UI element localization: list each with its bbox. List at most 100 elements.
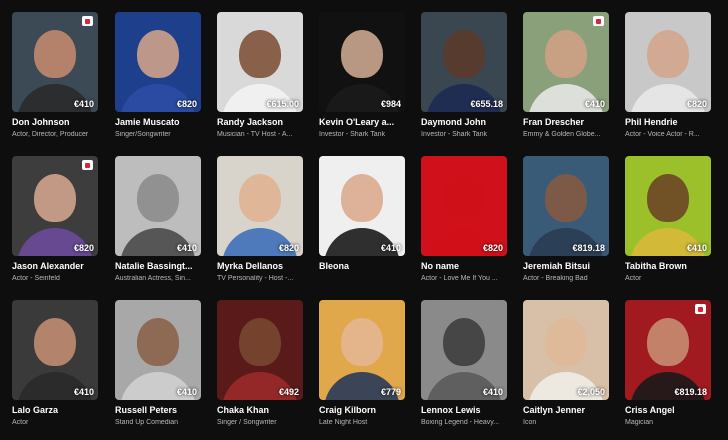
talent-card[interactable]: €410 Don Johnson Actor, Director, Producer [12, 12, 98, 138]
talent-description: Musician - TV Host - A... [217, 131, 293, 138]
talent-card[interactable]: €820 No name Actor - Love Me If You ... [421, 156, 507, 282]
talent-description: Singer / Songwriter [217, 419, 277, 426]
talent-face [137, 318, 179, 366]
talent-name[interactable]: Daymond John [421, 117, 507, 127]
talent-photo[interactable]: €410 [115, 156, 201, 256]
talent-photo[interactable]: €410 [625, 156, 711, 256]
talent-name[interactable]: Criss Angel [625, 405, 711, 415]
price-label: €410 [686, 243, 707, 253]
talent-name[interactable]: Jamie Muscato [115, 117, 201, 127]
price-label: €615.00 [266, 99, 299, 109]
talent-photo[interactable]: €615.00 [217, 12, 303, 112]
talent-photo[interactable]: €410 [115, 300, 201, 400]
price-label: €410 [380, 243, 401, 253]
talent-description: TV Personality - Host -... [217, 275, 294, 282]
talent-description: Boxing Legend - Heavy... [421, 419, 500, 426]
talent-face [443, 30, 485, 78]
talent-face [545, 174, 587, 222]
flag-icon [82, 16, 93, 26]
talent-photo[interactable]: €819.18 [625, 300, 711, 400]
talent-name[interactable]: No name [421, 261, 507, 271]
talent-photo[interactable]: €410 [12, 12, 98, 112]
talent-card[interactable]: €410 Fran Drescher Emmy & Golden Globe... [523, 12, 609, 138]
talent-photo[interactable]: €2,050 [523, 300, 609, 400]
talent-name[interactable]: Chaka Khan [217, 405, 303, 415]
talent-name[interactable]: Lennox Lewis [421, 405, 507, 415]
talent-photo[interactable]: €779 [319, 300, 405, 400]
talent-card[interactable]: €2,050 Caitlyn Jenner Icon [523, 300, 609, 426]
talent-card[interactable]: €819.18 Jeremiah Bitsui Actor - Breaking B… [523, 156, 609, 282]
talent-card[interactable]: €615.00 Randy Jackson Musician - TV Host -… [217, 12, 303, 138]
talent-card[interactable]: €820 Jason Alexander Actor - Seinfeld [12, 156, 98, 282]
talent-name[interactable]: Jason Alexander [12, 261, 98, 271]
talent-card[interactable]: €820 Myrka Dellanos TV Personality - Host … [217, 156, 303, 282]
talent-description: Late Night Host [319, 419, 368, 426]
talent-face [443, 174, 485, 222]
talent-face [341, 318, 383, 366]
price-label: €984 [380, 99, 401, 109]
talent-photo[interactable]: €655.18 [421, 12, 507, 112]
talent-name[interactable]: Craig Kilborn [319, 405, 405, 415]
talent-name[interactable]: Bleona [319, 261, 405, 271]
talent-photo[interactable]: €410 [12, 300, 98, 400]
talent-photo[interactable]: €820 [12, 156, 98, 256]
flag-icon [82, 160, 93, 170]
talent-card[interactable]: €655.18 Daymond John Investor - Shark Tank [421, 12, 507, 138]
talent-name[interactable]: Kevin O'Leary a... [319, 117, 405, 127]
talent-face [34, 30, 76, 78]
talent-card[interactable]: €410 Lalo Garza Actor [12, 300, 98, 426]
talent-card[interactable]: €820 Jamie Muscato Singer/Songwriter [115, 12, 201, 138]
talent-photo[interactable]: €492 [217, 300, 303, 400]
talent-name[interactable]: Phil Hendrie [625, 117, 711, 127]
price-label: €410 [482, 387, 503, 397]
talent-photo[interactable]: €820 [115, 12, 201, 112]
talent-card[interactable]: €410 Lennox Lewis Boxing Legend - Heavy... [421, 300, 507, 426]
flag-icon [593, 16, 604, 26]
talent-description: Actor - Seinfeld [12, 275, 60, 282]
talent-card[interactable]: €410 Russell Peters Stand Up Comedian [115, 300, 201, 426]
talent-name[interactable]: Don Johnson [12, 117, 98, 127]
talent-face [647, 174, 689, 222]
talent-name[interactable]: Myrka Dellanos [217, 261, 303, 271]
talent-name[interactable]: Lalo Garza [12, 405, 98, 415]
talent-name[interactable]: Russell Peters [115, 405, 201, 415]
talent-card[interactable]: €984 Kevin O'Leary a... Investor - Shark T… [319, 12, 405, 138]
talent-face [34, 174, 76, 222]
talent-card[interactable]: €820 Phil Hendrie Actor - Voice Actor - R.… [625, 12, 711, 138]
talent-card[interactable]: €492 Chaka Khan Singer / Songwriter [217, 300, 303, 426]
talent-card[interactable]: €410 Natalie Bassingt... Australian Actres… [115, 156, 201, 282]
talent-description: Icon [523, 419, 537, 426]
talent-card[interactable]: €819.18 Criss Angel Magician [625, 300, 711, 426]
talent-card[interactable]: €779 Craig Kilborn Late Night Host [319, 300, 405, 426]
talent-name[interactable]: Randy Jackson [217, 117, 303, 127]
talent-description: Emmy & Golden Globe... [523, 131, 601, 138]
price-label: €492 [278, 387, 299, 397]
talent-card[interactable]: €410 Tabitha Brown Actor [625, 156, 711, 282]
talent-photo[interactable]: €820 [217, 156, 303, 256]
price-label: €2,050 [577, 387, 605, 397]
talent-description: Actor [625, 275, 642, 282]
talent-name[interactable]: Jeremiah Bitsui [523, 261, 609, 271]
talent-description: Investor - Shark Tank [421, 131, 488, 138]
talent-card[interactable]: €410 Bleona [319, 156, 405, 275]
price-label: €410 [176, 243, 197, 253]
talent-name[interactable]: Tabitha Brown [625, 261, 711, 271]
talent-photo[interactable]: €820 [421, 156, 507, 256]
talent-face [137, 174, 179, 222]
price-label: €410 [73, 387, 94, 397]
talent-photo[interactable]: €984 [319, 12, 405, 112]
talent-photo[interactable]: €819.18 [523, 156, 609, 256]
talent-name[interactable]: Caitlyn Jenner [523, 405, 609, 415]
talent-face [647, 30, 689, 78]
talent-face [239, 30, 281, 78]
price-label: €820 [176, 99, 197, 109]
talent-photo[interactable]: €410 [319, 156, 405, 256]
talent-name[interactable]: Fran Drescher [523, 117, 609, 127]
talent-photo[interactable]: €410 [421, 300, 507, 400]
talent-name[interactable]: Natalie Bassingt... [115, 261, 201, 271]
price-label: €819.18 [674, 387, 707, 397]
talent-photo[interactable]: €820 [625, 12, 711, 112]
price-label: €820 [73, 243, 94, 253]
price-label: €410 [73, 99, 94, 109]
talent-photo[interactable]: €410 [523, 12, 609, 112]
